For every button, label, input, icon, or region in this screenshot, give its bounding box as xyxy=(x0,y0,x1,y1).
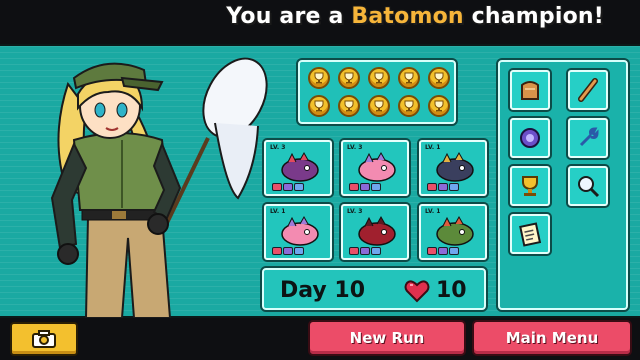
item-slot[interactable] xyxy=(510,70,550,110)
speed-stat xyxy=(371,247,381,255)
crab-monster-icon xyxy=(358,215,396,246)
item-slot[interactable] xyxy=(568,70,608,110)
team-member-stats xyxy=(427,247,459,255)
bread-icon xyxy=(521,81,539,100)
attack-stat xyxy=(427,183,437,191)
trophy-coin-icon xyxy=(398,67,420,89)
special-stat xyxy=(438,247,448,255)
trophy-coin-icon xyxy=(368,67,390,89)
bat-stick-icon xyxy=(578,78,598,102)
orb-icon xyxy=(520,128,540,148)
attack-stat xyxy=(427,247,437,255)
team-member-stats xyxy=(427,183,459,191)
wrench-icon xyxy=(579,127,599,147)
serpent-monster-icon xyxy=(281,151,319,182)
lives-counter: 10 xyxy=(436,278,467,303)
team-member-card[interactable]: LV. 3 xyxy=(264,140,332,196)
heart-icon xyxy=(404,279,430,302)
cobra-monster-icon xyxy=(436,151,474,182)
champion-character xyxy=(30,48,280,319)
attack-stat xyxy=(349,183,359,191)
item-slot[interactable] xyxy=(510,214,550,254)
trophy-coin-icon xyxy=(338,95,360,117)
notepad-icon xyxy=(519,222,542,247)
trophy-coin-icon xyxy=(308,95,330,117)
plant-monster-icon xyxy=(436,215,474,246)
status-panel: Day 10 10 xyxy=(262,268,486,310)
attack-stat xyxy=(272,183,282,191)
team-member-card[interactable]: LV. 1 xyxy=(264,204,332,260)
magnifier-icon xyxy=(578,176,600,198)
pufferfish-monster-icon xyxy=(281,215,319,246)
item-slot[interactable] xyxy=(568,118,608,158)
main-menu-button[interactable]: Main Menu xyxy=(472,320,632,356)
trophy-coin-icon xyxy=(398,95,420,117)
team-member-card[interactable]: LV. 1 xyxy=(419,140,487,196)
trophy-icon xyxy=(522,176,538,196)
special-stat xyxy=(283,247,293,255)
team-member-stats xyxy=(272,183,304,191)
camera-icon xyxy=(32,330,56,348)
trophy-coin-icon xyxy=(338,67,360,89)
item-slot[interactable] xyxy=(510,166,550,206)
screenshot-button[interactable] xyxy=(10,322,78,356)
item-slot[interactable] xyxy=(510,118,550,158)
attack-stat xyxy=(349,247,359,255)
special-stat xyxy=(438,183,448,191)
trophy-coin-icon xyxy=(428,95,450,117)
special-stat xyxy=(360,247,370,255)
team-member-stats xyxy=(349,247,381,255)
trophy-panel xyxy=(298,60,456,124)
new-run-button[interactable]: New Run xyxy=(308,320,466,356)
trophy-coin-icon xyxy=(428,67,450,89)
page-title: You are a Batomon champion! xyxy=(226,4,604,29)
speed-stat xyxy=(294,183,304,191)
team-member-card[interactable]: LV. 3 xyxy=(341,140,409,196)
speed-stat xyxy=(294,247,304,255)
trophy-coin-icon xyxy=(308,67,330,89)
title-accent: Batomon xyxy=(351,4,464,29)
pufferfish-monster-icon xyxy=(358,151,396,182)
title-prefix: You are a xyxy=(226,4,352,29)
items-panel xyxy=(498,60,628,310)
team-member-stats xyxy=(349,183,381,191)
speed-stat xyxy=(371,183,381,191)
team-member-card[interactable]: LV. 1 xyxy=(419,204,487,260)
trophy-coin-icon xyxy=(368,95,390,117)
special-stat xyxy=(360,183,370,191)
team-member-card[interactable]: LV. 3 xyxy=(341,204,409,260)
speed-stat xyxy=(449,183,459,191)
special-stat xyxy=(283,183,293,191)
title-suffix: champion! xyxy=(463,4,604,29)
character-illustration xyxy=(50,57,268,319)
attack-stat xyxy=(272,247,282,255)
team-member-stats xyxy=(272,247,304,255)
day-counter: Day 10 xyxy=(280,278,366,303)
item-slot[interactable] xyxy=(568,166,608,206)
speed-stat xyxy=(449,247,459,255)
